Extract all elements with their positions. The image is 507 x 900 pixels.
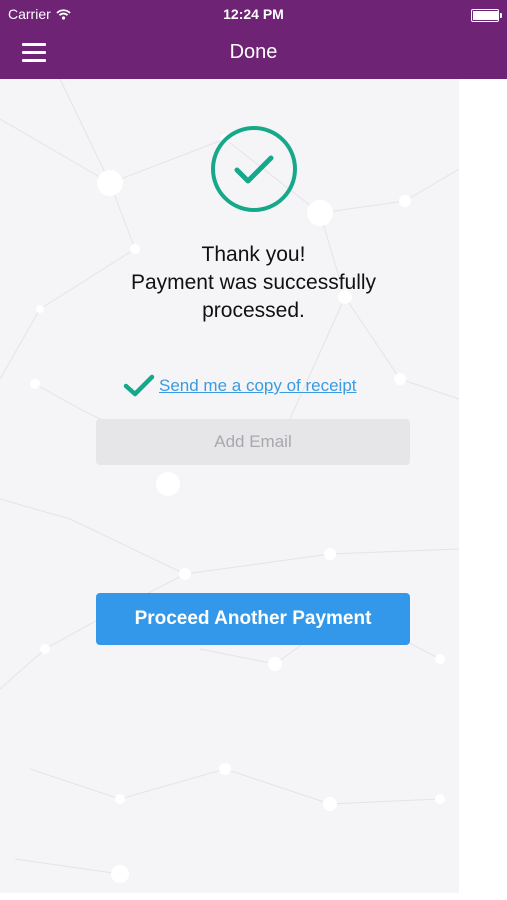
battery-icon: [471, 9, 502, 22]
email-field[interactable]: [96, 419, 410, 465]
send-receipt-option[interactable]: Send me a copy of receipt: [123, 374, 357, 398]
nav-bar: Done: [0, 28, 507, 79]
checkmark-circle-icon: [211, 126, 297, 212]
proceed-another-payment-button[interactable]: Proceed Another Payment: [96, 593, 410, 645]
payment-status-text-end: processed.: [202, 299, 305, 322]
success-message: Thank you! Payment was successfully proc…: [0, 241, 507, 325]
status-time: 12:24 PM: [223, 6, 284, 22]
payment-status-text: Payment was successfully: [130, 271, 377, 294]
thank-you-text: Thank you!: [201, 243, 306, 266]
send-receipt-link[interactable]: Send me a copy of receipt: [159, 376, 357, 396]
page-title: Done: [229, 41, 278, 63]
status-bar: Carrier 12:24 PM: [0, 0, 507, 28]
battery-fill: [473, 11, 498, 20]
checkmark-icon[interactable]: [123, 374, 155, 398]
